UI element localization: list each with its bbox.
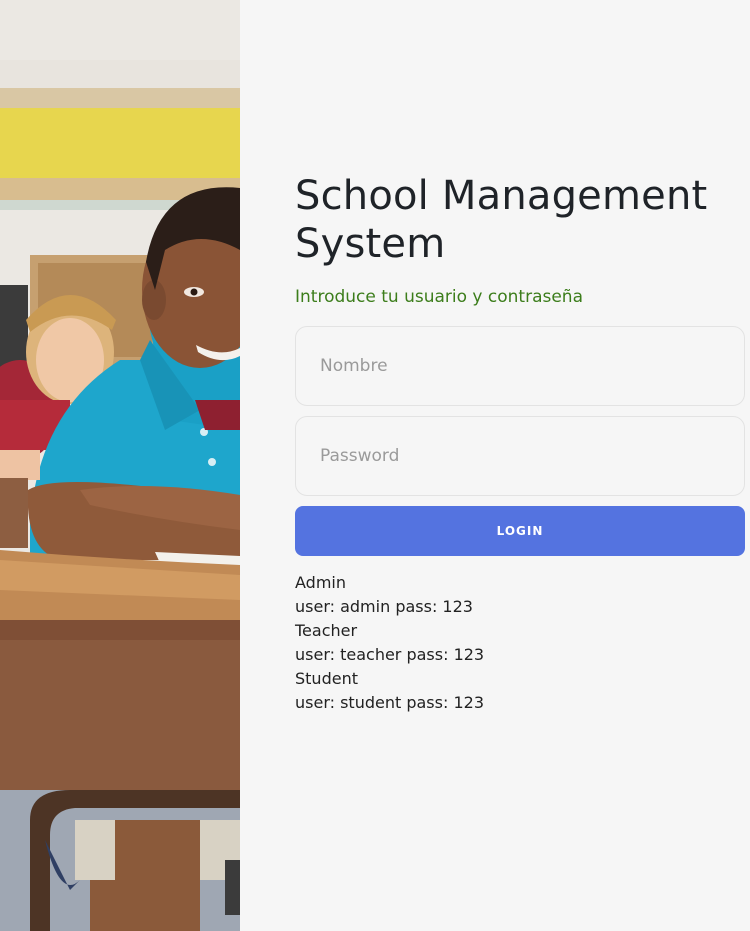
password-input[interactable] <box>295 416 745 496</box>
student-credentials: user: student pass: 123 <box>295 693 484 712</box>
page-title: School Management System <box>295 173 708 267</box>
admin-credentials: user: admin pass: 123 <box>295 597 473 616</box>
username-input[interactable] <box>295 326 745 406</box>
teacher-credentials: user: teacher pass: 123 <box>295 645 485 664</box>
admin-heading: Admin <box>295 573 346 592</box>
teacher-heading: Teacher <box>295 621 358 640</box>
student-heading: Student <box>295 669 358 688</box>
demo-credentials: Admin user: admin pass: 123 Teacher user… <box>295 571 484 715</box>
classroom-photo <box>0 0 240 931</box>
login-subtitle: Introduce tu usuario y contraseña <box>295 287 583 307</box>
login-button[interactable]: LOGIN <box>295 506 745 556</box>
